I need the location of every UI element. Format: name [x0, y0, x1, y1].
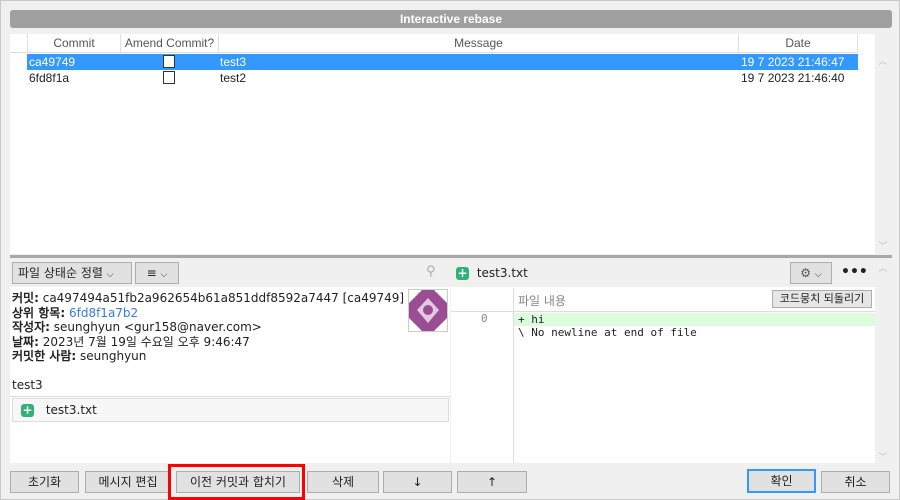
- table-row[interactable]: ca49749 test3 19 7 2023 21:46:47: [27, 54, 858, 70]
- edit-message-button[interactable]: 메시지 편집: [85, 471, 171, 493]
- diff-file-name: test3.txt: [476, 266, 528, 280]
- amend-checkbox[interactable]: [163, 71, 175, 84]
- diff-line-added: + hi: [514, 313, 876, 326]
- sort-dropdown[interactable]: 파일 상태순 정렬 ⌵: [12, 262, 132, 284]
- view-mode-dropdown[interactable]: ≡ ⌵: [135, 262, 179, 284]
- parent-link[interactable]: 6fd8f1a7b2: [69, 306, 138, 320]
- diff-settings-dropdown[interactable]: ⚙ ⌵: [790, 262, 832, 284]
- date-value: 2023년 7월 19일 수요일 오후 9:46:47: [42, 334, 250, 349]
- commit-info: 커밋: ca497494a51fb2a962654b61a851ddf8592a…: [12, 291, 404, 392]
- file-added-icon: +: [456, 266, 469, 280]
- squash-button[interactable]: 이전 커밋과 합치기: [176, 471, 300, 493]
- commit-hash: 6fd8f1a: [29, 71, 70, 85]
- diff-scrollbar[interactable]: ︿ ﹀: [875, 259, 891, 463]
- move-down-button[interactable]: ↓: [383, 471, 452, 493]
- author-label: 작성자:: [12, 320, 50, 334]
- commit-date: 19 7 2023 21:46:40: [741, 71, 845, 85]
- col-amend[interactable]: Amend Commit?: [120, 34, 218, 53]
- diff-panel: + test3.txt ⚙ ⌵ ••• 파일 내용 코드뭉치 되돌리기 0 + …: [451, 259, 876, 463]
- splitter[interactable]: [10, 255, 892, 258]
- left-toolbar: 파일 상태순 정렬 ⌵ ≡ ⌵ ⚲: [10, 259, 450, 287]
- commit-hash: ca49749: [29, 55, 76, 69]
- diff-line-note: \ No newline at end of file: [518, 326, 697, 339]
- diff-toolbar: + test3.txt ⚙ ⌵ •••: [451, 259, 876, 287]
- dialog-title: Interactive rebase: [10, 10, 892, 28]
- col-commit[interactable]: Commit: [27, 34, 120, 53]
- diff-content-header: 파일 내용: [518, 294, 566, 308]
- cancel-button[interactable]: 취소: [821, 471, 890, 493]
- committer-label: 커밋한 사람:: [12, 349, 77, 363]
- date-label: 날짜:: [12, 334, 39, 349]
- author-value: seunghyun <gur158@naver.com>: [53, 320, 262, 334]
- line-number: 0: [481, 312, 488, 325]
- table-header: Commit Amend Commit? Message Date: [10, 34, 858, 53]
- commit-message: test2: [220, 71, 247, 85]
- col-date[interactable]: Date: [738, 34, 858, 53]
- commit-details-panel: 파일 상태순 정렬 ⌵ ≡ ⌵ ⚲ 커밋: ca497494a51fb2a962…: [10, 259, 450, 463]
- search-icon[interactable]: ⚲: [426, 264, 436, 279]
- delete-button[interactable]: 삭제: [307, 471, 379, 493]
- commit-label: 커밋:: [12, 291, 39, 305]
- revert-hunk-button[interactable]: 코드뭉치 되돌리기: [772, 290, 872, 308]
- commit-message-body: test3: [12, 377, 43, 392]
- sort-label: 파일 상태순 정렬: [18, 266, 103, 280]
- committer-value: seunghyun: [80, 349, 147, 363]
- amend-checkbox[interactable]: [163, 55, 175, 68]
- avatar: [408, 289, 448, 332]
- commit-value: ca497494a51fb2a962654b61a851ddf8592a7447…: [42, 291, 405, 305]
- list-icon: ≡: [146, 266, 157, 280]
- reset-button[interactable]: 초기화: [10, 471, 79, 493]
- table-row[interactable]: 6fd8f1a test2 19 7 2023 21:46:40: [27, 70, 858, 86]
- commit-date: 19 7 2023 21:46:47: [741, 55, 845, 69]
- ok-button[interactable]: 확인: [747, 469, 816, 493]
- table-scrollbar[interactable]: ︿ ﹀: [875, 52, 891, 254]
- file-name: test3.txt: [45, 403, 97, 417]
- file-list-item[interactable]: + test3.txt: [12, 398, 449, 422]
- commit-table[interactable]: Commit Amend Commit? Message Date ca4974…: [10, 34, 875, 254]
- parent-label: 상위 항목:: [12, 305, 66, 320]
- gear-icon: ⚙: [800, 266, 812, 280]
- chevron-down-icon: ⌵: [160, 270, 168, 280]
- more-options-icon[interactable]: •••: [841, 264, 868, 280]
- file-added-icon: +: [21, 403, 34, 417]
- commit-message: test3: [220, 55, 247, 69]
- col-message[interactable]: Message: [218, 34, 738, 53]
- move-up-button[interactable]: ↑: [457, 471, 527, 493]
